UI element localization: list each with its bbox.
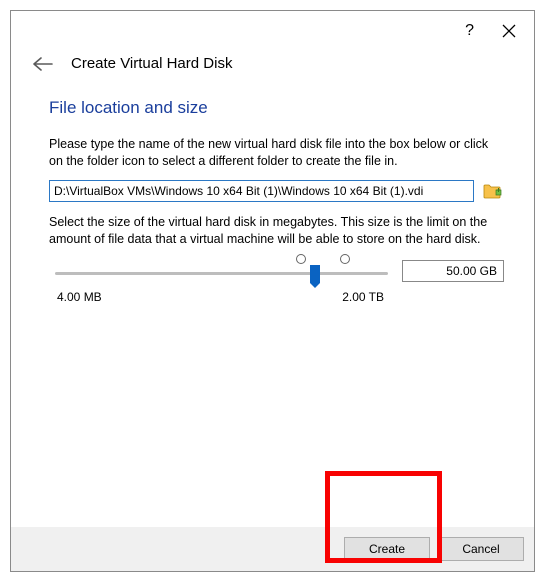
cancel-button[interactable]: Cancel (438, 537, 524, 561)
file-path-row (49, 180, 504, 202)
browse-folder-button[interactable] (482, 180, 504, 202)
slider-max-label: 2.00 TB (342, 290, 384, 304)
back-arrow-icon[interactable] (33, 57, 53, 71)
slider-min-label: 4.00 MB (57, 290, 102, 304)
create-button[interactable]: Create (344, 537, 430, 561)
file-location-instructions: Please type the name of the new virtual … (49, 136, 504, 170)
section-title: File location and size (49, 98, 504, 118)
size-value-input[interactable] (402, 260, 504, 282)
page-title: Create Virtual Hard Disk (71, 55, 232, 72)
file-path-input[interactable] (49, 180, 474, 202)
size-slider-group: 4.00 MB 2.00 TB (49, 258, 504, 304)
dialog-window: ? Create Virtual Hard Disk File location… (10, 10, 535, 572)
content-area: File location and size Please type the n… (11, 84, 534, 306)
titlebar: ? (11, 11, 534, 51)
header-row: Create Virtual Hard Disk (11, 51, 534, 84)
dialog-footer: Create Cancel (11, 527, 534, 571)
close-icon[interactable] (502, 24, 516, 38)
slider-thumb[interactable] (310, 265, 320, 283)
file-size-instructions: Select the size of the virtual hard disk… (49, 214, 504, 248)
help-icon[interactable]: ? (465, 22, 474, 40)
size-slider[interactable] (55, 258, 388, 284)
